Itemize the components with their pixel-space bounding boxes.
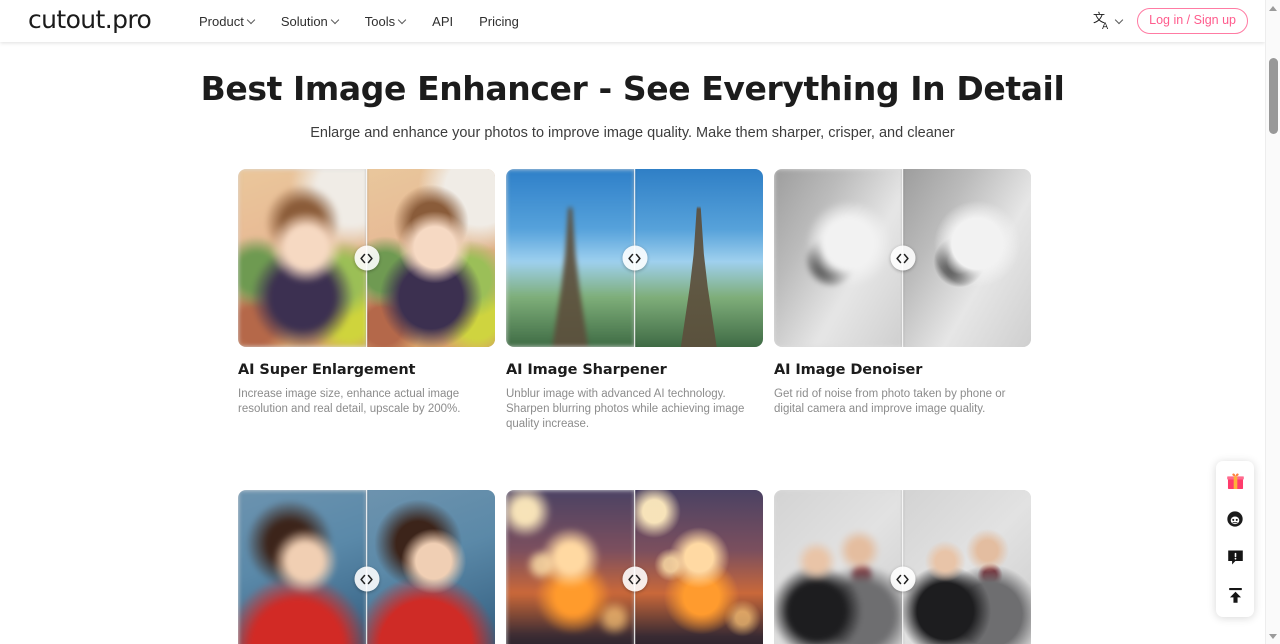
login-signup-button[interactable]: Log in / Sign up	[1137, 8, 1248, 34]
scroll-to-top-icon	[1228, 587, 1242, 603]
nav-item-label: Solution	[280, 13, 328, 29]
feedback-icon	[1227, 550, 1243, 564]
slider-image-after	[902, 169, 1031, 347]
scroll-down-arrow[interactable]	[1266, 629, 1280, 643]
nav-item-tools[interactable]: Tools	[352, 0, 419, 42]
left-right-chevrons-icon	[896, 574, 909, 584]
feature-card[interactable]: AI Super Enlargement Increase image size…	[238, 169, 495, 432]
before-after-slider[interactable]	[238, 169, 495, 347]
site-logo[interactable]: cutout.pro	[28, 7, 152, 33]
slider-image-after	[366, 169, 495, 347]
gift-icon	[1226, 472, 1244, 489]
page-subtitle: Enlarge and enhance your photos to impro…	[310, 125, 955, 141]
nav-item-product[interactable]: Product	[199, 0, 268, 42]
chevron-down-icon	[1116, 16, 1123, 23]
feature-card-description: Increase image size, enhance actual imag…	[238, 388, 461, 415]
slider-image-before	[774, 169, 903, 347]
chevron-down-icon	[248, 16, 255, 23]
left-right-chevrons-icon	[628, 574, 641, 584]
before-after-slider[interactable]	[238, 490, 495, 644]
feature-card[interactable]	[506, 490, 763, 644]
nav-item-api[interactable]: API	[419, 0, 466, 42]
slider-image-before	[506, 169, 635, 347]
left-right-chevrons-icon	[360, 574, 373, 584]
slider-handle[interactable]	[354, 245, 379, 271]
slider-image-before	[774, 490, 903, 644]
before-after-slider[interactable]	[774, 490, 1031, 644]
customer-service-button[interactable]	[1223, 507, 1247, 531]
nav-item-label: Tools	[364, 13, 396, 29]
feature-card[interactable]	[238, 490, 495, 644]
language-switcher[interactable]: 文 A	[1093, 10, 1123, 32]
before-after-slider[interactable]	[774, 169, 1031, 347]
scroll-up-arrow[interactable]	[1266, 1, 1280, 15]
feedback-button[interactable]	[1223, 545, 1247, 569]
feature-card-title: AI Super Enlargement	[238, 362, 416, 378]
grid-row-spacer	[238, 432, 1032, 490]
nav-item-label: Pricing	[479, 13, 519, 29]
scroll-thumb[interactable]	[1269, 58, 1278, 134]
site-header: cutout.pro Product Solution Tools API Pr…	[0, 0, 1265, 42]
chevron-down-icon	[332, 16, 339, 23]
main-content: Best Image Enhancer - See Everything In …	[0, 42, 1265, 644]
slider-handle[interactable]	[354, 566, 379, 592]
slider-image-after	[634, 169, 763, 347]
feature-card-title: AI Image Sharpener	[506, 362, 667, 378]
header-actions: 文 A Log in / Sign up	[1093, 0, 1248, 42]
before-after-slider[interactable]	[506, 169, 763, 347]
feature-card[interactable]: AI Image Sharpener Unblur image with adv…	[506, 169, 763, 432]
left-right-chevrons-icon	[628, 253, 641, 263]
floating-side-toolbar	[1216, 461, 1254, 617]
feature-card-grid: AI Super Enlargement Increase image size…	[238, 169, 1032, 644]
svg-text:A: A	[1102, 22, 1109, 31]
nav-item-label: Product	[199, 13, 244, 29]
page-scrollbar[interactable]	[1265, 0, 1280, 644]
slider-handle[interactable]	[622, 566, 647, 592]
feature-card-description: Get rid of noise from photo taken by pho…	[774, 388, 1006, 415]
nav-item-label: API	[432, 13, 454, 29]
back-to-top-button[interactable]	[1223, 583, 1247, 607]
before-after-slider[interactable]	[506, 490, 763, 644]
feature-card-title: AI Image Denoiser	[774, 362, 923, 378]
page-title: Best Image Enhancer - See Everything In …	[200, 69, 1065, 108]
slider-handle[interactable]	[890, 566, 915, 592]
gift-button[interactable]	[1223, 469, 1247, 493]
page-root: cutout.pro Product Solution Tools API Pr…	[0, 0, 1280, 644]
feature-card[interactable]	[774, 490, 1031, 644]
feature-card[interactable]: AI Image Denoiser Get rid of noise from …	[774, 169, 1031, 432]
chevron-down-icon	[399, 16, 406, 23]
nav-item-pricing[interactable]: Pricing	[466, 0, 532, 42]
feature-card-description: Unblur image with advanced AI technology…	[506, 388, 745, 430]
slider-handle[interactable]	[622, 245, 647, 271]
slider-image-after	[366, 490, 495, 644]
slider-image-before	[506, 490, 635, 644]
slider-image-after	[902, 490, 1031, 644]
translate-icon: 文 A	[1093, 10, 1113, 32]
support-chat-icon	[1227, 511, 1243, 527]
nav-item-solution[interactable]: Solution	[268, 0, 352, 42]
main-navigation: Product Solution Tools API Pricing	[199, 0, 532, 42]
slider-image-before	[238, 169, 367, 347]
left-right-chevrons-icon	[896, 253, 909, 263]
slider-handle[interactable]	[890, 245, 915, 271]
slider-image-before	[238, 490, 367, 644]
slider-image-after	[634, 490, 763, 644]
left-right-chevrons-icon	[360, 253, 373, 263]
